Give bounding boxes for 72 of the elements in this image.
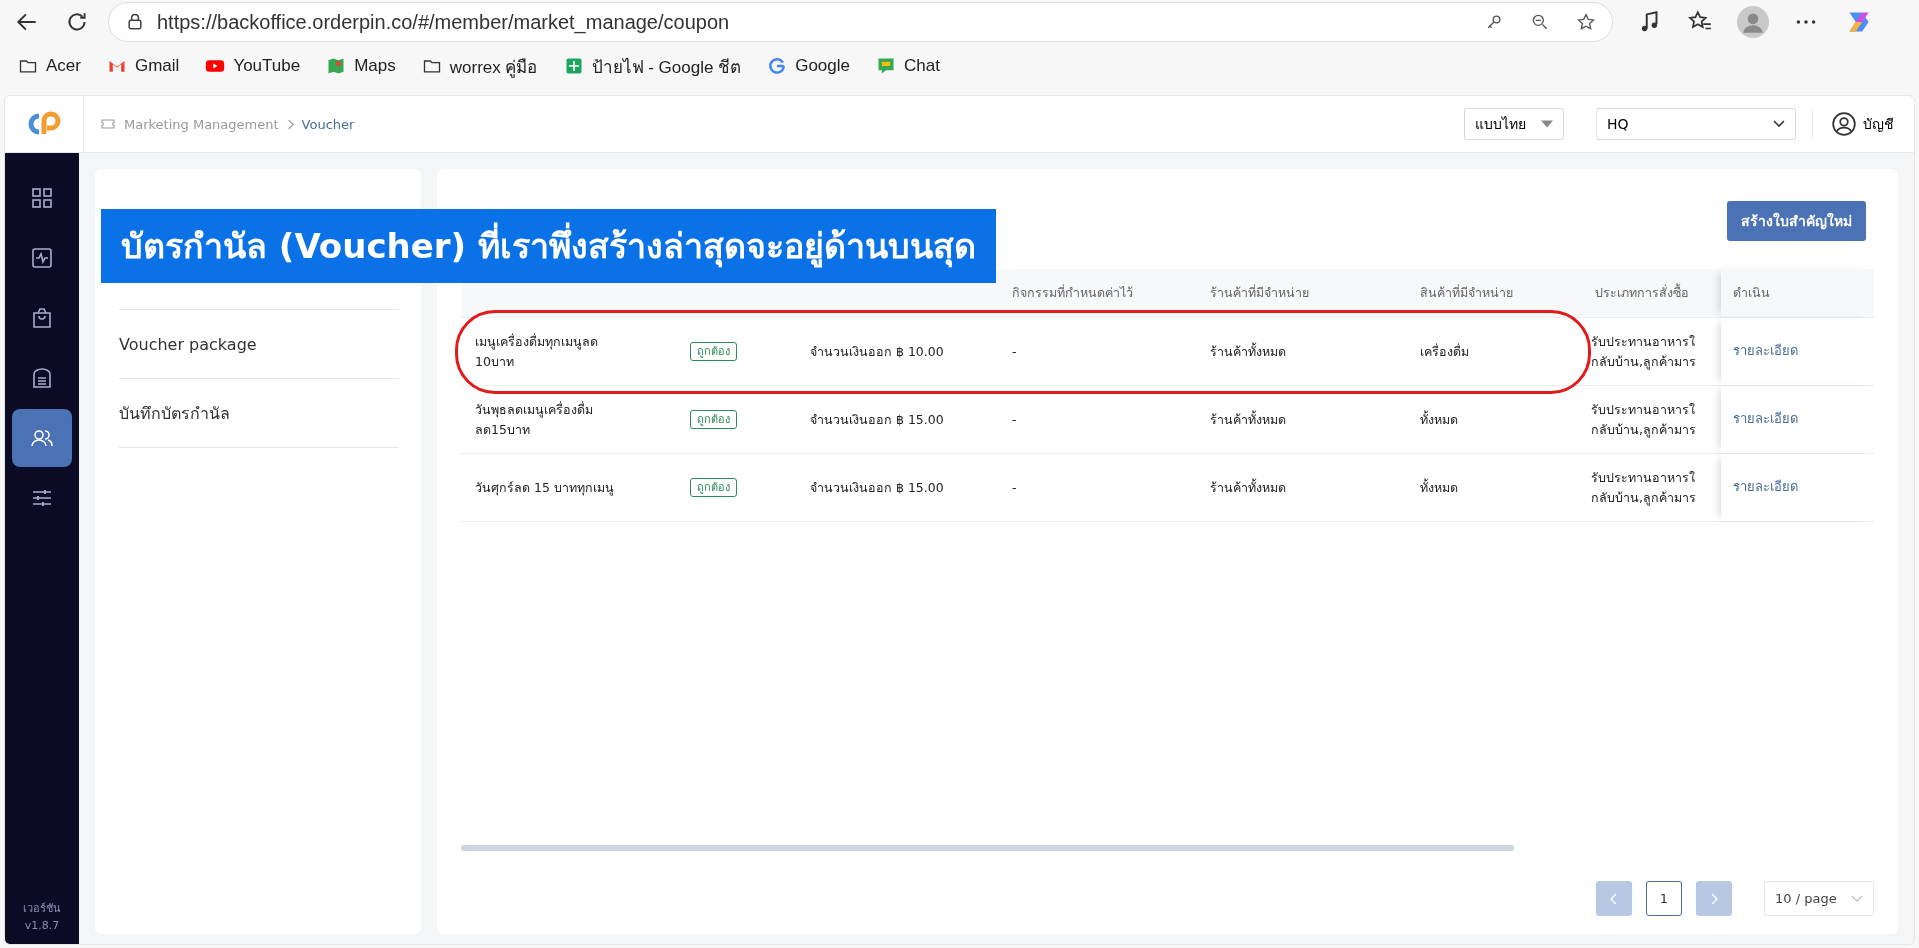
products-cell-text: ทั้งหมด [1419, 409, 1459, 429]
bookmark-item[interactable]: ป้ายไฟ - Google ชีต [563, 52, 742, 80]
details-link[interactable]: รายละเอียด [1733, 341, 1798, 362]
voucher-type-cell-text: จำนวนเงินออก ฿ 15.00 [809, 478, 945, 497]
status-badge: ถูกต้อง [690, 409, 737, 430]
chevron-right-icon [286, 118, 294, 130]
user-circle-icon [1831, 111, 1857, 137]
voucher-type-cell-text: จำนวนเงินออก ฿ 10.00 [809, 342, 945, 361]
branch-select[interactable]: HQ [1596, 108, 1796, 140]
activity-cell-text: - [1011, 478, 1018, 497]
submenu-item[interactable]: บันทึกบัตรกำนัล [119, 379, 399, 448]
page-size-select[interactable]: 10 / page [1764, 881, 1874, 916]
details-link[interactable]: รายละเอียด [1733, 409, 1798, 430]
chevron-right-icon [1710, 892, 1718, 905]
url-text: https://backoffice.orderpin.co/#/member/market_manage/coupon [157, 10, 731, 34]
chevron-down-icon [1851, 894, 1863, 903]
zoom-out-icon[interactable] [1530, 12, 1550, 32]
version-label: เวอร์ชัน [23, 901, 61, 917]
stores-cell-text: ร้านค้าทั้งหมด [1209, 409, 1287, 429]
account-button[interactable]: บัญชี [1812, 111, 1894, 137]
order-type-cell-text: รับประทานอาหารใ กลับบ้าน,ลูกค้ามาร [1590, 400, 1697, 440]
google-g-icon [767, 56, 788, 76]
address-bar[interactable]: https://backoffice.orderpin.co/#/member/market_manage/coupon [108, 2, 1613, 42]
details-link[interactable]: รายละเอียด [1733, 477, 1798, 498]
bookmark-item[interactable]: Gmail [106, 56, 180, 76]
voucher-name-cell-text: วันศุกร์ลด 15 บาททุกเมนู [474, 478, 615, 498]
stores-cell-text: ร้านค้าทั้งหมด [1209, 477, 1287, 497]
order-type-cell-text: รับประทานอาหารใ กลับบ้าน,ลูกค้ามาร [1590, 468, 1697, 508]
chevron-down-icon [1773, 120, 1785, 128]
column-header: สินค้าที่มีจำหน่าย [1419, 283, 1514, 302]
bookmark-item[interactable]: YouTube [205, 56, 301, 76]
archive-icon [30, 366, 54, 390]
language-select[interactable]: แบบไทย [1464, 108, 1564, 140]
version-number: v1.8.7 [24, 919, 60, 932]
products-cell-text: ทั้งหมด [1419, 477, 1459, 497]
column-header: ประเภทการสั่งซื้อ [1594, 282, 1690, 302]
caption-banner: บัตรกำนัล (Voucher) ที่เราพึ่งสร้างล่าสุดจะอยู่ด้านบนสุด [101, 209, 996, 283]
bookmark-item[interactable]: Google [767, 56, 850, 76]
bookmark-item[interactable]: Acer [18, 56, 81, 76]
ticket-icon [100, 116, 116, 132]
column-header: กิจกรรมที่กำหนดค่าไว้ [1011, 283, 1134, 302]
voucher-name-cell-text: เมนูเครื่องดื่มทุกเมนูลด 10บาท [474, 332, 599, 371]
bookmark-item[interactable]: worrex คู่มือ [421, 52, 538, 80]
voucher-name-cell-text: วันพุธลดเมนูเครื่องดื่ม ลด15บาท [474, 400, 594, 439]
chevron-left-icon [1610, 892, 1618, 905]
stores-cell-text: ร้านค้าทั้งหมด [1209, 341, 1287, 361]
map-pin-icon [326, 56, 347, 76]
pulse-chart-icon [30, 246, 54, 270]
products-cell-text: เครื่องดื่ม [1419, 342, 1470, 361]
voucher-type-cell-text: จำนวนเงินออก ฿ 15.00 [809, 410, 945, 429]
activity-cell-text: - [1011, 342, 1018, 361]
scrollbar-thumb[interactable] [461, 845, 1514, 851]
column-header: ร้านค้าที่มีจำหน่าย [1209, 283, 1310, 302]
breadcrumb-link[interactable]: Voucher [301, 116, 355, 132]
chat-icon [876, 56, 896, 76]
sidebar-item[interactable] [12, 409, 72, 467]
bookmark-item[interactable]: Maps [326, 56, 396, 76]
lock-icon [125, 12, 145, 32]
submenu-item[interactable]: Voucher package [119, 310, 399, 379]
caret-icon [1541, 120, 1553, 128]
activity-cell-text: - [1011, 410, 1018, 429]
profile-avatar-icon[interactable] [1737, 6, 1769, 38]
page-number-button[interactable]: 1 [1646, 881, 1682, 916]
status-badge: ถูกต้อง [690, 341, 737, 362]
order-type-cell-text: รับประทานอาหารใ กลับบ้าน,ลูกค้ามาร [1590, 332, 1697, 372]
create-voucher-button[interactable]: สร้างใบสำคัญใหม่ [1727, 201, 1866, 241]
status-badge: ถูกต้อง [690, 477, 737, 498]
column-header: ดำเนิน [1721, 269, 1873, 317]
star-icon[interactable] [1576, 12, 1596, 32]
grid-icon [30, 186, 54, 210]
bookmark-item[interactable]: Chat [876, 56, 940, 76]
shopping-bag-icon [30, 306, 54, 330]
